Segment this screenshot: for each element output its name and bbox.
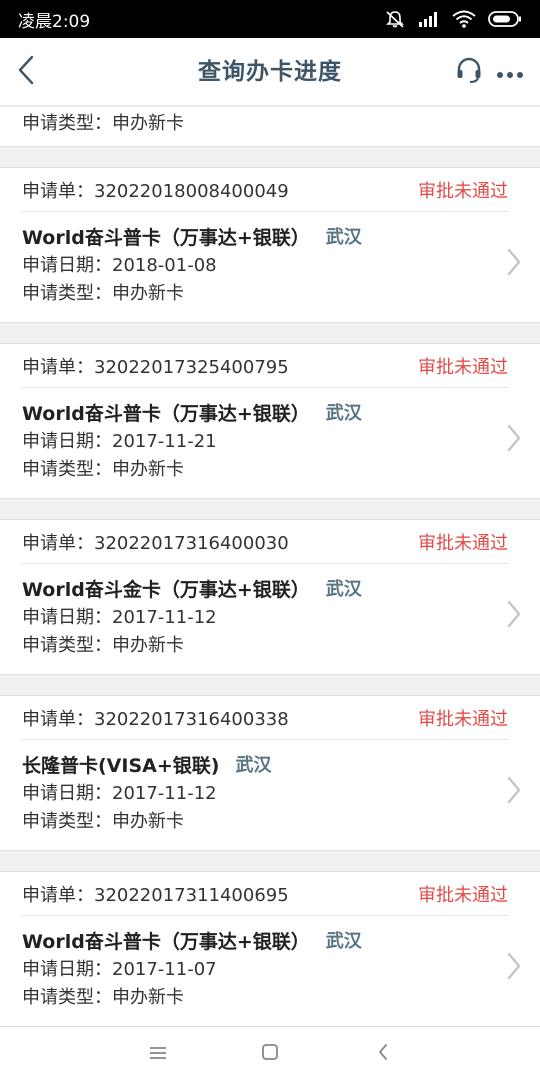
back-icon: [377, 1043, 389, 1065]
card-city: 武汉: [325, 403, 362, 424]
card-body: World奋斗金卡（万事达+银联） 武汉 申请日期：2017-11-12 申请类…: [22, 572, 492, 660]
system-nav-bar: [0, 1027, 540, 1080]
card-product-name: World奋斗普卡（万事达+银联）: [22, 226, 310, 249]
application-date: 申请日期：2017-11-12: [22, 783, 217, 804]
card-product-name: World奋斗普卡（万事达+银联）: [22, 402, 310, 425]
card-header: 申请单：32022017311400695 审批未通过: [22, 872, 508, 916]
application-date: 申请日期：2017-11-07: [22, 959, 217, 980]
chevron-right-icon: [507, 776, 521, 808]
card-detail-chevron[interactable]: [502, 600, 526, 632]
application-type: 申请类型：申办新卡: [22, 811, 184, 832]
wifi-icon: [452, 10, 476, 28]
app-header: 查询办卡进度: [0, 38, 540, 106]
card-body: World奋斗普卡（万事达+银联） 武汉 申请日期：2017-11-07 申请类…: [22, 924, 492, 1012]
card-header: 申请单：32022017316400338 审批未通过: [22, 696, 508, 740]
application-card[interactable]: 申请单：32022017316400030 审批未通过 World奋斗金卡（万事…: [0, 519, 540, 675]
home-icon: [261, 1043, 279, 1065]
card-detail-chevron[interactable]: [502, 952, 526, 984]
back-button[interactable]: [6, 52, 46, 92]
chevron-right-icon: [507, 600, 521, 632]
card-header: 申请单：32022018008400049 审批未通过: [22, 168, 508, 212]
card-body: World奋斗普卡（万事达+银联） 武汉 申请日期：2018-01-08 申请类…: [22, 220, 492, 308]
card-product-name: 长隆普卡(VISA+银联): [22, 754, 220, 777]
approval-status: 审批未通过: [418, 532, 508, 554]
card-city: 武汉: [235, 755, 272, 776]
application-number: 申请单：32022017325400795: [22, 356, 289, 378]
status-icons: [384, 10, 522, 28]
recent-apps-button[interactable]: [141, 1037, 175, 1071]
system-back-button[interactable]: [366, 1037, 400, 1071]
application-number: 申请单：32022017316400338: [22, 708, 289, 730]
application-card[interactable]: 申请单：32022017311400695 审批未通过 World奋斗普卡（万事…: [0, 871, 540, 1027]
approval-status: 审批未通过: [418, 884, 508, 906]
application-number: 申请单：32022017316400030: [22, 532, 289, 554]
card-detail-chevron[interactable]: [502, 248, 526, 280]
more-button[interactable]: [492, 56, 528, 90]
card-city: 武汉: [325, 579, 362, 600]
headset-icon: [455, 57, 483, 89]
application-type: 申请类型：申办新卡: [22, 987, 184, 1008]
card-header: 申请单：32022017316400030 审批未通过: [22, 520, 508, 564]
chevron-right-icon: [507, 248, 521, 280]
card-product-name: World奋斗金卡（万事达+银联）: [22, 578, 310, 601]
status-time: 凌晨2:09: [18, 11, 91, 32]
mute-icon: [384, 10, 406, 28]
application-number: 申请单：32022018008400049: [22, 180, 289, 202]
partial-application-card[interactable]: 申请类型：申办新卡: [0, 107, 540, 147]
chevron-right-icon: [507, 952, 521, 984]
menu-icon: [149, 1045, 167, 1064]
application-card[interactable]: 申请单：32022017316400338 审批未通过 长隆普卡(VISA+银联…: [0, 695, 540, 851]
more-dots-icon: [496, 64, 524, 83]
card-body: World奋斗普卡（万事达+银联） 武汉 申请日期：2017-11-21 申请类…: [22, 396, 492, 484]
application-date: 申请日期：2017-11-21: [22, 431, 217, 452]
application-type: 申请类型：申办新卡: [22, 635, 184, 656]
card-detail-chevron[interactable]: [502, 424, 526, 456]
back-arrow-icon: [17, 55, 35, 89]
home-button[interactable]: [253, 1037, 287, 1071]
card-city: 武汉: [325, 931, 362, 952]
application-date: 申请日期：2017-11-12: [22, 607, 217, 628]
application-list[interactable]: 申请类型：申办新卡 申请单：32022018008400049 审批未通过 Wo…: [0, 107, 540, 1027]
application-card[interactable]: 申请单：32022017325400795 审批未通过 World奋斗普卡（万事…: [0, 343, 540, 499]
signal-icon: [418, 11, 440, 27]
card-body: 长隆普卡(VISA+银联) 武汉 申请日期：2017-11-12 申请类型：申办…: [22, 748, 492, 836]
application-type: 申请类型：申办新卡: [22, 113, 184, 134]
approval-status: 审批未通过: [418, 708, 508, 730]
application-number: 申请单：32022017311400695: [22, 884, 289, 906]
approval-status: 审批未通过: [418, 356, 508, 378]
chevron-right-icon: [507, 424, 521, 456]
customer-service-button[interactable]: [452, 56, 486, 90]
card-header: 申请单：32022017325400795 审批未通过: [22, 344, 508, 388]
battery-icon: [488, 10, 522, 28]
application-type: 申请类型：申办新卡: [22, 459, 184, 480]
status-bar: 凌晨2:09: [0, 0, 540, 38]
approval-status: 审批未通过: [418, 180, 508, 202]
application-date: 申请日期：2018-01-08: [22, 255, 217, 276]
application-card[interactable]: 申请单：32022018008400049 审批未通过 World奋斗普卡（万事…: [0, 167, 540, 323]
application-type: 申请类型：申办新卡: [22, 283, 184, 304]
card-detail-chevron[interactable]: [502, 776, 526, 808]
card-product-name: World奋斗普卡（万事达+银联）: [22, 930, 310, 953]
card-city: 武汉: [325, 227, 362, 248]
